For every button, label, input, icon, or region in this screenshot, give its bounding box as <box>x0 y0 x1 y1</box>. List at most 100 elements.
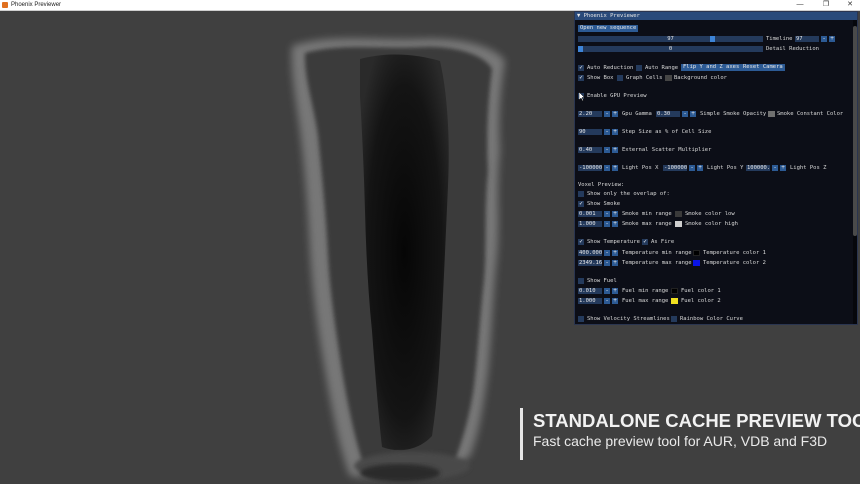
timeline-minus-button[interactable]: - <box>821 36 827 42</box>
timeline-slider[interactable]: 97 <box>578 36 763 42</box>
scatter-plus-button[interactable]: + <box>612 147 618 153</box>
temp-max-plus-button[interactable]: + <box>612 260 618 266</box>
show-velocity-checkbox[interactable] <box>578 316 584 322</box>
window-title: Phoenix Previewer <box>11 2 62 8</box>
panel-scrollbar[interactable] <box>853 20 857 324</box>
light-y-plus-button[interactable]: + <box>697 165 703 171</box>
graph-cells-label: Graph Cells <box>626 75 663 81</box>
smoke-min-field[interactable]: 0.001 <box>578 211 602 217</box>
smoke-min-label: Smoke min range <box>622 211 672 217</box>
step-size-plus-button[interactable]: + <box>612 129 618 135</box>
smoke-opacity-minus-button[interactable]: - <box>682 111 688 117</box>
temp-min-field[interactable]: 400.000 <box>578 250 602 256</box>
close-button[interactable]: ✕ <box>838 0 860 10</box>
gpu-gamma-field[interactable]: 2.20 <box>578 111 602 117</box>
show-box-checkbox[interactable]: ✓ <box>578 75 584 81</box>
timeline-plus-button[interactable]: + <box>829 36 835 42</box>
fuel-max-label: Fuel max range <box>622 298 669 304</box>
show-smoke-checkbox[interactable]: ✓ <box>578 201 584 207</box>
smoke-color-high-label: Smoke color high <box>685 221 738 227</box>
smoke-color-high-swatch[interactable] <box>675 221 682 227</box>
minimize-button[interactable]: — <box>788 0 812 10</box>
temperature-color-2-swatch[interactable] <box>693 260 700 266</box>
background-color-label: Background color <box>674 75 727 81</box>
background-color-swatch[interactable] <box>665 75 672 81</box>
fuel-color-2-label: Fuel color 2 <box>681 298 721 304</box>
temperature-color-1-label: Temperature color 1 <box>703 250 766 256</box>
fuel-min-field[interactable]: 0.010 <box>578 288 602 294</box>
smoke-color-low-label: Smoke color low <box>685 211 735 217</box>
temp-max-label: Temperature max range <box>622 260 692 266</box>
rainbow-curve-checkbox[interactable] <box>671 316 677 322</box>
fuel-color-2-swatch[interactable] <box>671 298 678 304</box>
light-y-field[interactable]: -100000 <box>663 165 687 171</box>
scatter-field[interactable]: 0.40 <box>578 147 602 153</box>
smoke-max-plus-button[interactable]: + <box>612 221 618 227</box>
maximize-button[interactable]: ❐ <box>814 0 838 10</box>
light-z-minus-button[interactable]: - <box>772 165 778 171</box>
graph-cells-checkbox[interactable] <box>617 75 623 81</box>
step-size-field[interactable]: 90 <box>578 129 602 135</box>
flip-axes-button[interactable]: Flip Y and Z axes <box>681 64 742 71</box>
voxel-preview-heading: Voxel Preview: <box>578 182 625 188</box>
auto-reduction-checkbox[interactable]: ✓ <box>578 65 584 71</box>
fuel-color-1-label: Fuel color 1 <box>681 288 721 294</box>
reset-camera-button[interactable]: Reset Camera <box>741 64 785 71</box>
temperature-color-1-swatch[interactable] <box>693 250 700 256</box>
temp-min-minus-button[interactable]: - <box>604 250 610 256</box>
temp-max-field[interactable]: 2349.16 <box>578 260 602 266</box>
light-x-minus-button[interactable]: - <box>604 165 610 171</box>
light-y-label: Light Pos Y <box>707 165 744 171</box>
smoke-min-minus-button[interactable]: - <box>604 211 610 217</box>
smoke-opacity-plus-button[interactable]: + <box>690 111 696 117</box>
temp-max-minus-button[interactable]: - <box>604 260 610 266</box>
timeline-label: Timeline <box>766 36 793 42</box>
fuel-max-field[interactable]: 1.000 <box>578 298 602 304</box>
light-y-minus-button[interactable]: - <box>689 165 695 171</box>
light-x-label: Light Pos X <box>622 165 659 171</box>
as-fire-checkbox[interactable]: ✓ <box>642 239 648 245</box>
enable-gpu-label: Enable GPU Preview <box>587 93 647 99</box>
fuel-color-1-swatch[interactable] <box>671 288 678 294</box>
temp-min-label: Temperature min range <box>622 250 692 256</box>
light-x-plus-button[interactable]: + <box>612 165 618 171</box>
open-sequence-button[interactable]: Open new sequence <box>578 25 639 32</box>
temp-min-plus-button[interactable]: + <box>612 250 618 256</box>
smoke-opacity-field[interactable]: 0.30 <box>656 111 680 117</box>
smoke-color-low-swatch[interactable] <box>675 211 682 217</box>
smoke-min-plus-button[interactable]: + <box>612 211 618 217</box>
timeline-slider-value: 97 <box>667 36 674 42</box>
fuel-max-plus-button[interactable]: + <box>612 298 618 304</box>
gpu-gamma-minus-button[interactable]: - <box>604 111 610 117</box>
light-x-field[interactable]: -100000 <box>578 165 602 171</box>
smoke-max-field[interactable]: 1.000 <box>578 221 602 227</box>
gpu-gamma-plus-button[interactable]: + <box>612 111 618 117</box>
light-z-label: Light Pos Z <box>790 165 827 171</box>
fuel-min-plus-button[interactable]: + <box>612 288 618 294</box>
show-temperature-checkbox[interactable]: ✓ <box>578 239 584 245</box>
phoenix-previewer-panel: ▼ Phoenix Previewer Open new sequence 97… <box>574 11 858 325</box>
show-temperature-label: Show Temperature <box>587 239 640 245</box>
caption-subtitle: Fast cache preview tool for AUR, VDB and… <box>533 433 828 449</box>
light-z-field[interactable]: 100000. <box>746 165 770 171</box>
auto-range-checkbox[interactable] <box>636 65 642 71</box>
timeline-field[interactable]: 97 <box>795 36 819 42</box>
detail-reduction-slider[interactable]: 0 <box>578 46 763 52</box>
light-z-plus-button[interactable]: + <box>780 165 786 171</box>
fuel-min-minus-button[interactable]: - <box>604 288 610 294</box>
fuel-max-minus-button[interactable]: - <box>604 298 610 304</box>
rainbow-curve-label: Rainbow Color Curve <box>680 316 743 322</box>
caption-title: STANDALONE CACHE PREVIEW TOOL <box>533 410 860 431</box>
scatter-minus-button[interactable]: - <box>604 147 610 153</box>
panel-title[interactable]: ▼ Phoenix Previewer <box>575 12 857 20</box>
show-box-label: Show Box <box>587 75 614 81</box>
scrollbar-thumb[interactable] <box>853 26 857 236</box>
smoke-max-minus-button[interactable]: - <box>604 221 610 227</box>
smoke-constant-color-swatch[interactable] <box>768 111 775 117</box>
temperature-color-2-label: Temperature color 2 <box>703 260 766 266</box>
show-fuel-checkbox[interactable] <box>578 278 584 284</box>
step-size-minus-button[interactable]: - <box>604 129 610 135</box>
detail-slider-value: 0 <box>668 46 673 52</box>
overlay-caption: STANDALONE CACHE PREVIEW TOOL Fast cache… <box>520 408 860 460</box>
show-overlap-checkbox[interactable] <box>578 191 584 197</box>
